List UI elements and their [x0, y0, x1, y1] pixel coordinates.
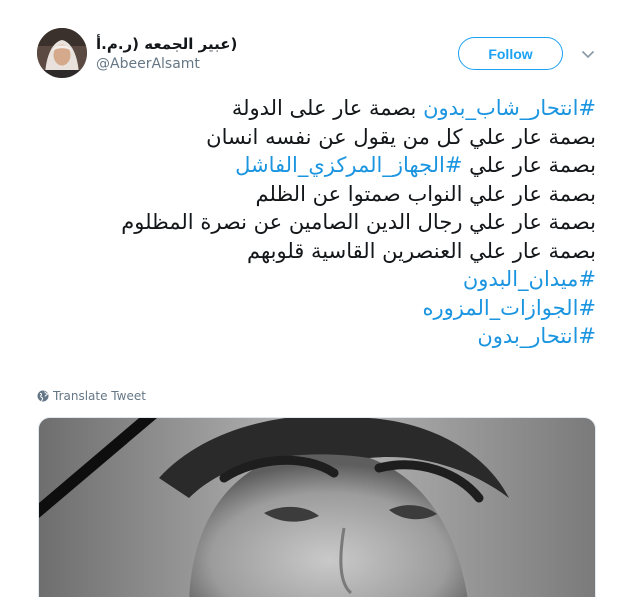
tweet-line: #انتحار_شاب_بدون بصمة عار على الدولة — [40, 94, 596, 123]
tweet-text-segment: بصمة عار علي النواب صمتوا عن الظلم — [255, 181, 596, 206]
tweet-line: بصمة عار علي #الجهاز_المركزي_الفاشل — [40, 151, 596, 180]
hashtag-link[interactable]: #الجوازات_المزوره — [422, 296, 596, 320]
hashtag-link[interactable]: #انتحار_بدون — [477, 324, 596, 348]
user-block: (عبير الجمعه (ر.م.أ @AbeerAlsamt — [96, 34, 316, 73]
hashtag-link[interactable]: #الجهاز_المركزي_الفاشل — [235, 153, 462, 177]
more-options-button[interactable] — [578, 44, 598, 64]
tweet-text-segment: بصمة عار علي العنصرين القاسية قلوبهم — [246, 238, 596, 263]
translate-label: Translate Tweet — [53, 389, 146, 403]
tweet-line: #الجوازات_المزوره — [40, 294, 596, 323]
translate-tweet-link[interactable]: Translate Tweet — [37, 389, 146, 403]
tweet-text-segment: بصمة عار علي — [462, 153, 596, 177]
globe-icon — [37, 390, 49, 402]
display-name[interactable]: (عبير الجمعه (ر.م.أ — [96, 34, 316, 54]
tweet-card: (عبير الجمعه (ر.م.أ @AbeerAlsamt Follow … — [0, 0, 625, 597]
hashtag-link[interactable]: #ميدان_البدون — [463, 267, 596, 291]
tweet-line: #انتحار_بدون — [40, 322, 596, 351]
tweet-line: بصمة عار علي رجال الدين الصامين عن نصرة … — [40, 208, 596, 237]
user-handle[interactable]: @AbeerAlsamt — [96, 55, 316, 73]
tweet-line: بصمة عار علي كل من يقول عن نفسه انسان — [40, 123, 596, 152]
tweet-text-segment: بصمة عار على الدولة — [231, 96, 424, 120]
tweet-text: #انتحار_شاب_بدون بصمة عار على الدولة بصمة… — [40, 94, 596, 351]
tweet-text-segment: بصمة عار علي كل من يقول عن نفسه انسان — [206, 124, 596, 149]
tweet-line: #ميدان_البدون — [40, 265, 596, 294]
tweet-text-segment: بصمة عار علي رجال الدين الصامين عن نصرة … — [121, 210, 596, 234]
avatar-image — [37, 28, 87, 78]
tweet-line: بصمة عار علي العنصرين القاسية قلوبهم — [40, 237, 596, 266]
media-photo — [39, 418, 595, 597]
avatar[interactable] — [37, 28, 87, 78]
hashtag-link[interactable]: #انتحار_شاب_بدون — [423, 96, 596, 120]
chevron-down-icon — [581, 50, 595, 58]
tweet-media-image[interactable] — [38, 417, 596, 597]
follow-button[interactable]: Follow — [458, 37, 563, 70]
tweet-line: بصمة عار علي النواب صمتوا عن الظلم — [40, 180, 596, 209]
